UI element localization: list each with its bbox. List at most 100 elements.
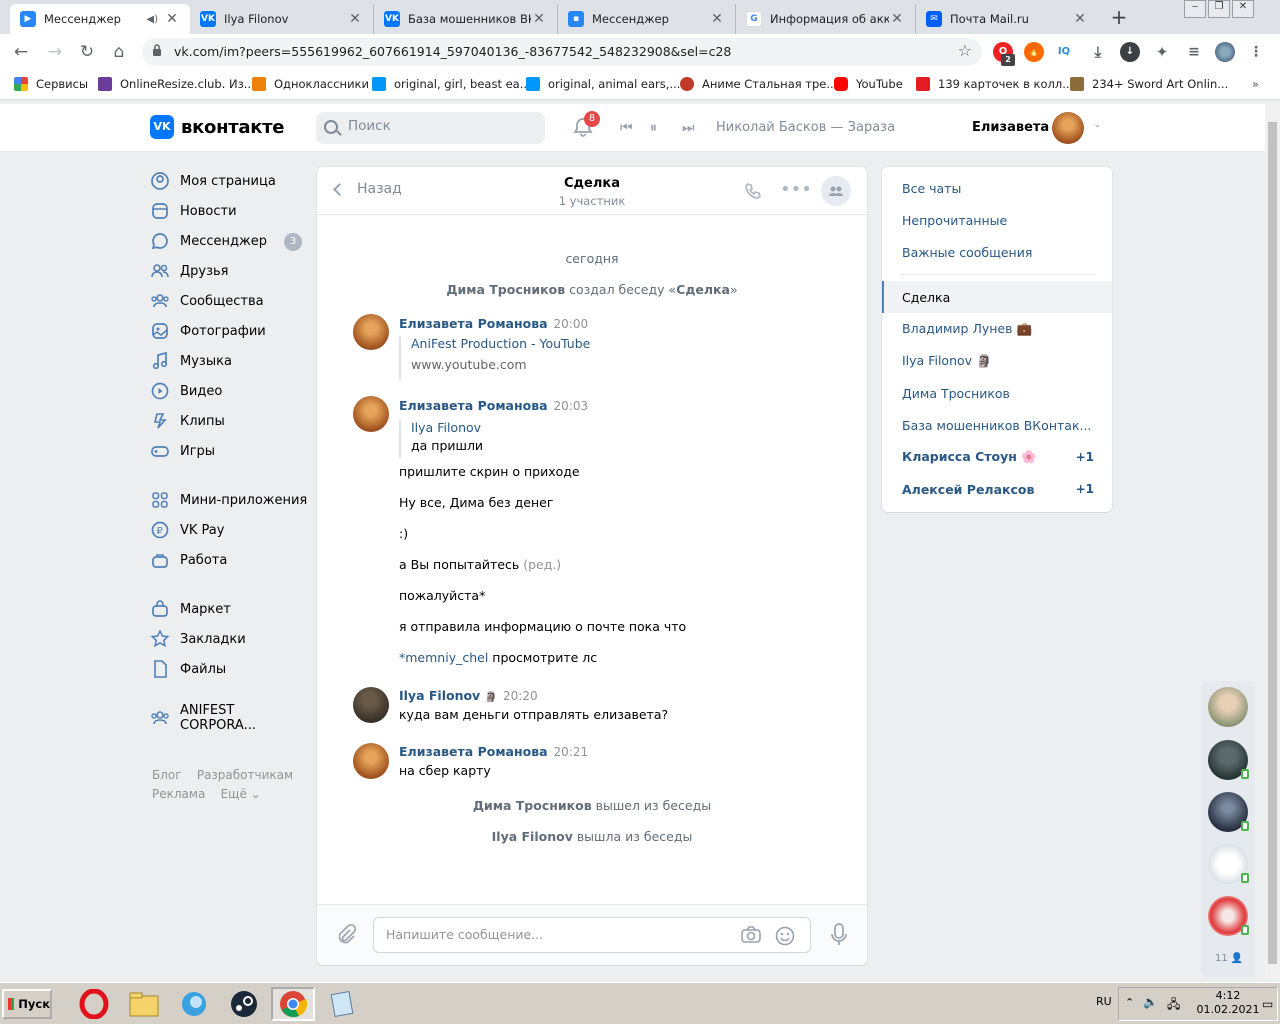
close-icon[interactable]: ✕ xyxy=(164,11,180,27)
message-field[interactable] xyxy=(373,917,811,953)
taskbar-browser[interactable] xyxy=(172,987,216,1021)
nav-messenger[interactable]: Мессенджер 3 xyxy=(150,226,310,256)
menu-kebab-icon[interactable]: ⋮ xyxy=(1246,42,1266,62)
camera-icon[interactable] xyxy=(740,925,762,949)
link-title[interactable]: AniFest Production - YouTube xyxy=(411,336,590,351)
chat-group-avatar[interactable] xyxy=(821,176,851,206)
fire-ext-icon[interactable]: 🔥 xyxy=(1024,42,1044,62)
page-scrollbar[interactable] xyxy=(1265,104,1280,980)
download-icon[interactable]: ⤓ xyxy=(1088,42,1108,62)
nav-vk-pay[interactable]: ₽ VK Pay xyxy=(150,515,310,545)
service-actor-link[interactable]: Дима Тросников xyxy=(473,798,592,813)
taskbar-clock[interactable]: 4:12 01.02.2021 xyxy=(1196,989,1260,1017)
bookmark-item[interactable]: original, animal ears,... xyxy=(526,77,680,91)
profile-avatar[interactable] xyxy=(1215,42,1235,62)
bookmark-services[interactable]: Сервисы xyxy=(14,77,88,91)
link-attachment[interactable]: AniFest Production - YouTube www.youtube… xyxy=(399,336,590,380)
bookmark-item[interactable]: 234+ Sword Art Onlin... xyxy=(1070,77,1228,91)
nav-communities[interactable]: Сообщества xyxy=(150,286,310,316)
show-desktop-icon[interactable]: ▭ xyxy=(1262,997,1273,1011)
prev-track-icon[interactable]: ⏮ xyxy=(620,120,633,136)
message-author[interactable]: Ilya Filonov 🗿 20:20 xyxy=(399,688,538,703)
close-icon[interactable]: ✕ xyxy=(889,11,905,27)
service-actor-link[interactable]: Ilya Filonov xyxy=(492,829,573,844)
more-dots-icon[interactable]: ••• xyxy=(780,179,812,200)
reload-icon[interactable]: ↻ xyxy=(76,41,98,63)
message-input[interactable] xyxy=(386,927,726,942)
nav-anifest-group[interactable]: ANIFEST CORPORA... xyxy=(150,703,310,733)
avatar[interactable] xyxy=(353,743,389,779)
footer-blog-link[interactable]: Блог xyxy=(152,768,182,782)
taskbar-notepad[interactable] xyxy=(320,987,364,1021)
nav-files[interactable]: Файлы xyxy=(150,654,310,684)
search-input[interactable] xyxy=(348,118,538,134)
iq-ext-icon[interactable]: IQ xyxy=(1054,42,1074,62)
chat-item-unread[interactable]: Алексей Релаксов +1 xyxy=(882,473,1112,505)
extensions-puzzle-icon[interactable]: ✦ xyxy=(1152,42,1172,62)
close-window-button[interactable]: ✕ xyxy=(1232,0,1254,18)
avatar[interactable] xyxy=(353,396,389,432)
notifications-bell[interactable]: 8 xyxy=(572,111,600,138)
new-tab-button[interactable]: + xyxy=(1106,6,1132,30)
maximize-button[interactable]: ❐ xyxy=(1208,0,1230,18)
emoji-smile-icon[interactable] xyxy=(774,925,796,951)
start-button[interactable]: Пуск xyxy=(2,989,52,1019)
message-author[interactable]: Елизавета Романова 20:21 xyxy=(399,744,588,759)
scrollbar-thumb[interactable] xyxy=(1268,122,1277,964)
chat-item-unread[interactable]: Кларисса Стоун 🌸 +1 xyxy=(882,441,1112,473)
filter-all-chats[interactable]: Все чаты xyxy=(882,172,1112,204)
message-author[interactable]: Елизавета Романова 20:00 xyxy=(399,316,588,331)
pause-icon[interactable]: ⏸ xyxy=(650,120,657,136)
home-icon[interactable]: ⌂ xyxy=(108,41,130,63)
footer-dev-link[interactable]: Разработчикам xyxy=(197,768,293,782)
nav-clips[interactable]: Клипы xyxy=(150,406,310,436)
taskbar-opera[interactable] xyxy=(72,987,116,1021)
nav-work[interactable]: Работа xyxy=(150,545,310,575)
next-track-icon[interactable]: ⏭ xyxy=(682,120,695,136)
now-playing-track[interactable]: Николай Басков — Зараза xyxy=(716,120,895,135)
nav-music[interactable]: Музыка xyxy=(150,346,310,376)
language-indicator[interactable]: RU xyxy=(1096,995,1112,1008)
service-actor-link[interactable]: Дима Тросников xyxy=(446,282,565,297)
filter-unread[interactable]: Непрочитанные xyxy=(882,204,1112,236)
chat-item[interactable]: Ilya Filonov 🗿 xyxy=(882,345,1112,377)
back-arrow-icon[interactable]: ← xyxy=(10,41,32,63)
network-icon[interactable]: 🖧 xyxy=(1167,995,1180,1016)
tab-ilya-filonov[interactable]: VK Ilya Filonov ✕ xyxy=(190,4,374,34)
tab-scammers-base[interactable]: VK База мошенников ВКон ✕ xyxy=(374,4,558,34)
nav-video[interactable]: Видео xyxy=(150,376,310,406)
forward-arrow-icon[interactable]: → xyxy=(44,41,66,63)
bookmark-youtube[interactable]: YouTube xyxy=(834,77,903,91)
address-bar[interactable]: vk.com/im?peers=555619962_607661914_5970… xyxy=(142,38,982,66)
nav-photos[interactable]: Фотографии xyxy=(150,316,310,346)
tab-google-account[interactable]: G Информация об аккаун ✕ xyxy=(736,4,916,34)
speaker-icon[interactable]: ◀) xyxy=(146,14,158,25)
footer-ads-link[interactable]: Реклама xyxy=(152,787,205,801)
footer-more-link[interactable]: Ещё xyxy=(221,787,247,801)
tab-messenger-2[interactable]: ▪ Мессенджер ✕ xyxy=(558,4,736,34)
filter-important[interactable]: Важные сообщения xyxy=(882,236,1112,268)
close-icon[interactable]: ✕ xyxy=(1072,11,1088,27)
nav-my-page[interactable]: Моя страница xyxy=(150,166,310,196)
friend-avatar[interactable] xyxy=(1208,687,1248,727)
quote-author[interactable]: Ilya Filonov xyxy=(411,420,483,435)
microphone-icon[interactable] xyxy=(829,922,849,952)
message-author[interactable]: Елизавета Романова 20:03 xyxy=(399,398,588,413)
attach-paperclip-icon[interactable] xyxy=(335,923,357,949)
taskbar-chrome[interactable] xyxy=(271,987,315,1021)
friends-online-count[interactable]: 11 👤 xyxy=(1215,953,1243,964)
bookmark-star-icon[interactable]: ☆ xyxy=(958,41,972,60)
tab-messenger[interactable]: ▶ Мессенджер ◀) ✕ xyxy=(10,4,190,34)
avatar[interactable] xyxy=(353,314,389,350)
nav-games[interactable]: Игры xyxy=(150,436,310,466)
nav-mini-apps[interactable]: Мини-приложения xyxy=(150,485,310,515)
chat-item[interactable]: База мошенников ВКонтак... xyxy=(882,409,1112,441)
mention-link[interactable]: *memniy_chel xyxy=(399,650,488,665)
nav-bookmarks[interactable]: Закладки xyxy=(150,624,310,654)
taskbar-explorer[interactable] xyxy=(122,987,166,1021)
bookmark-item[interactable]: Одноклассники xyxy=(252,77,369,91)
header-username[interactable]: Елизавета xyxy=(972,120,1049,135)
chat-item-active[interactable]: Сделка xyxy=(882,281,1112,313)
phone-icon[interactable] xyxy=(743,181,763,206)
more-bookmarks-icon[interactable]: » xyxy=(1252,77,1259,91)
